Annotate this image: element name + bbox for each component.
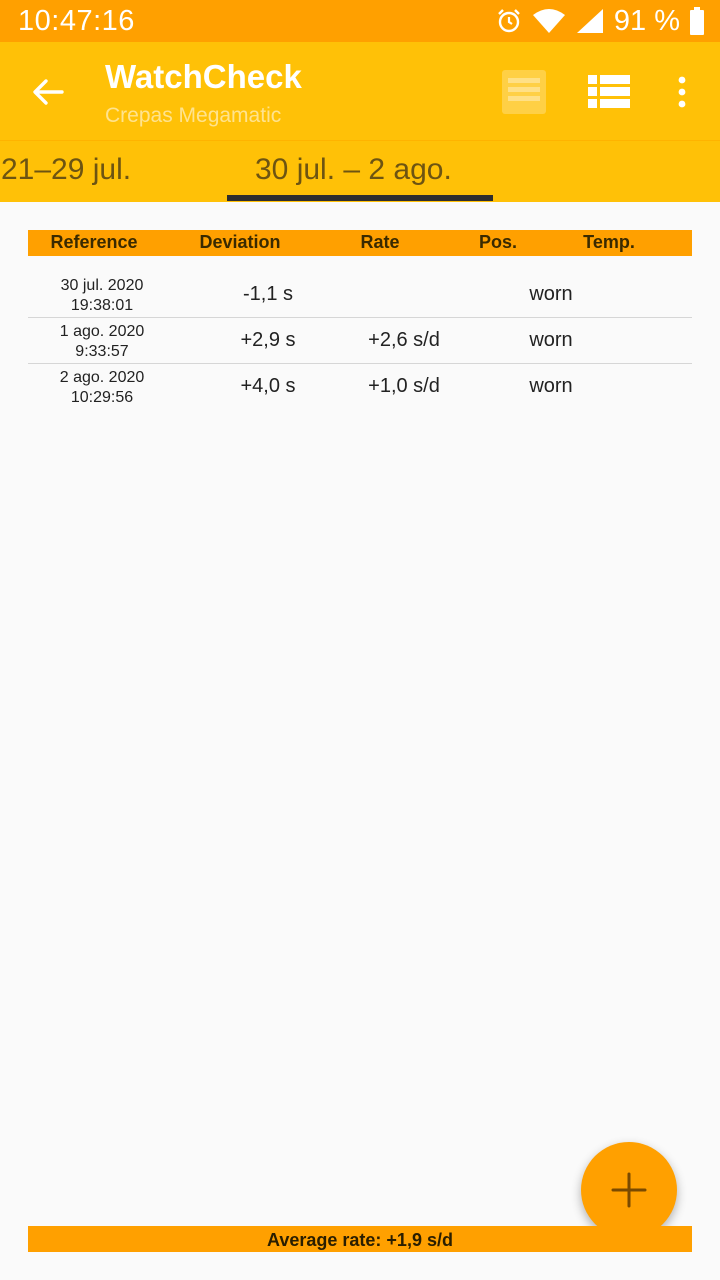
temperature-cell: worn <box>529 283 573 305</box>
tab-previous-period[interactable]: 21–29 jul. <box>1 153 131 187</box>
reference-time: 10:29:56 <box>70 389 134 406</box>
status-icons: 91 % <box>496 5 704 38</box>
table-row[interactable]: 2 ago. 2020 10:29:56 +4,0 s +1,0 s/d wor… <box>28 364 692 410</box>
signal-icon <box>576 8 604 34</box>
status-bar: 10:47:16 91 % <box>0 0 720 42</box>
table-row[interactable]: 1 ago. 2020 9:33:57 +2,9 s +2,6 s/d worn <box>28 318 692 364</box>
deviation-cell: +4,0 s <box>240 375 296 397</box>
back-arrow-icon[interactable] <box>30 74 66 110</box>
battery-icon <box>690 7 704 35</box>
tab-current-period[interactable]: 30 jul. – 2 ago. <box>255 153 452 187</box>
reference-date: 30 jul. 2020 <box>60 277 144 294</box>
header-reference: Reference <box>50 232 138 252</box>
wifi-icon <box>532 8 566 34</box>
measurement-list: 30 jul. 2020 19:38:01 -1,1 s worn 1 ago.… <box>28 272 692 410</box>
deviation-cell: +2,9 s <box>240 329 296 351</box>
alarm-icon <box>496 8 522 34</box>
table-row[interactable]: 30 jul. 2020 19:38:01 -1,1 s worn <box>28 272 692 318</box>
battery-percentage: 91 % <box>613 4 680 37</box>
table-header: Reference Deviation Rate Pos. Temp. <box>28 230 692 256</box>
header-deviation: Deviation <box>199 232 281 252</box>
reference-time: 9:33:57 <box>75 343 129 360</box>
average-rate-text: Average rate: +1,9 s/d <box>267 1230 453 1250</box>
period-tabs: 21–29 jul. 30 jul. – 2 ago. <box>0 140 720 202</box>
rate-cell: +2,6 s/d <box>368 329 440 351</box>
app-toolbar: WatchCheck Crepas Megamatic <box>0 42 720 140</box>
reference-date: 1 ago. 2020 <box>59 323 145 340</box>
rate-cell: +1,0 s/d <box>368 375 440 397</box>
reference-time: 19:38:01 <box>70 297 134 314</box>
average-rate-bar: Average rate: +1,9 s/d <box>28 1226 692 1252</box>
reference-date: 2 ago. 2020 <box>59 369 145 386</box>
add-measurement-button[interactable] <box>581 1142 677 1238</box>
deviation-cell: -1,1 s <box>242 283 294 305</box>
app-subtitle: Crepas Megamatic <box>105 104 282 127</box>
status-time: 10:47:16 <box>18 4 135 37</box>
reference-cell: 1 ago. 2020 9:33:57 <box>60 322 145 362</box>
temperature-cell: worn <box>529 329 573 351</box>
header-rate: Rate <box>360 232 400 252</box>
list-view-icon[interactable] <box>502 70 546 114</box>
table-view-icon[interactable] <box>588 74 630 110</box>
plus-icon <box>611 1172 647 1208</box>
more-vert-icon[interactable] <box>668 74 696 110</box>
temperature-cell: worn <box>529 375 573 397</box>
app-title: WatchCheck <box>105 58 302 95</box>
header-temperature: Temp. <box>583 232 635 252</box>
reference-cell: 2 ago. 2020 10:29:56 <box>60 368 145 408</box>
tab-indicator <box>227 195 493 201</box>
header-position: Pos. <box>478 232 518 252</box>
reference-cell: 30 jul. 2020 19:38:01 <box>61 276 144 316</box>
